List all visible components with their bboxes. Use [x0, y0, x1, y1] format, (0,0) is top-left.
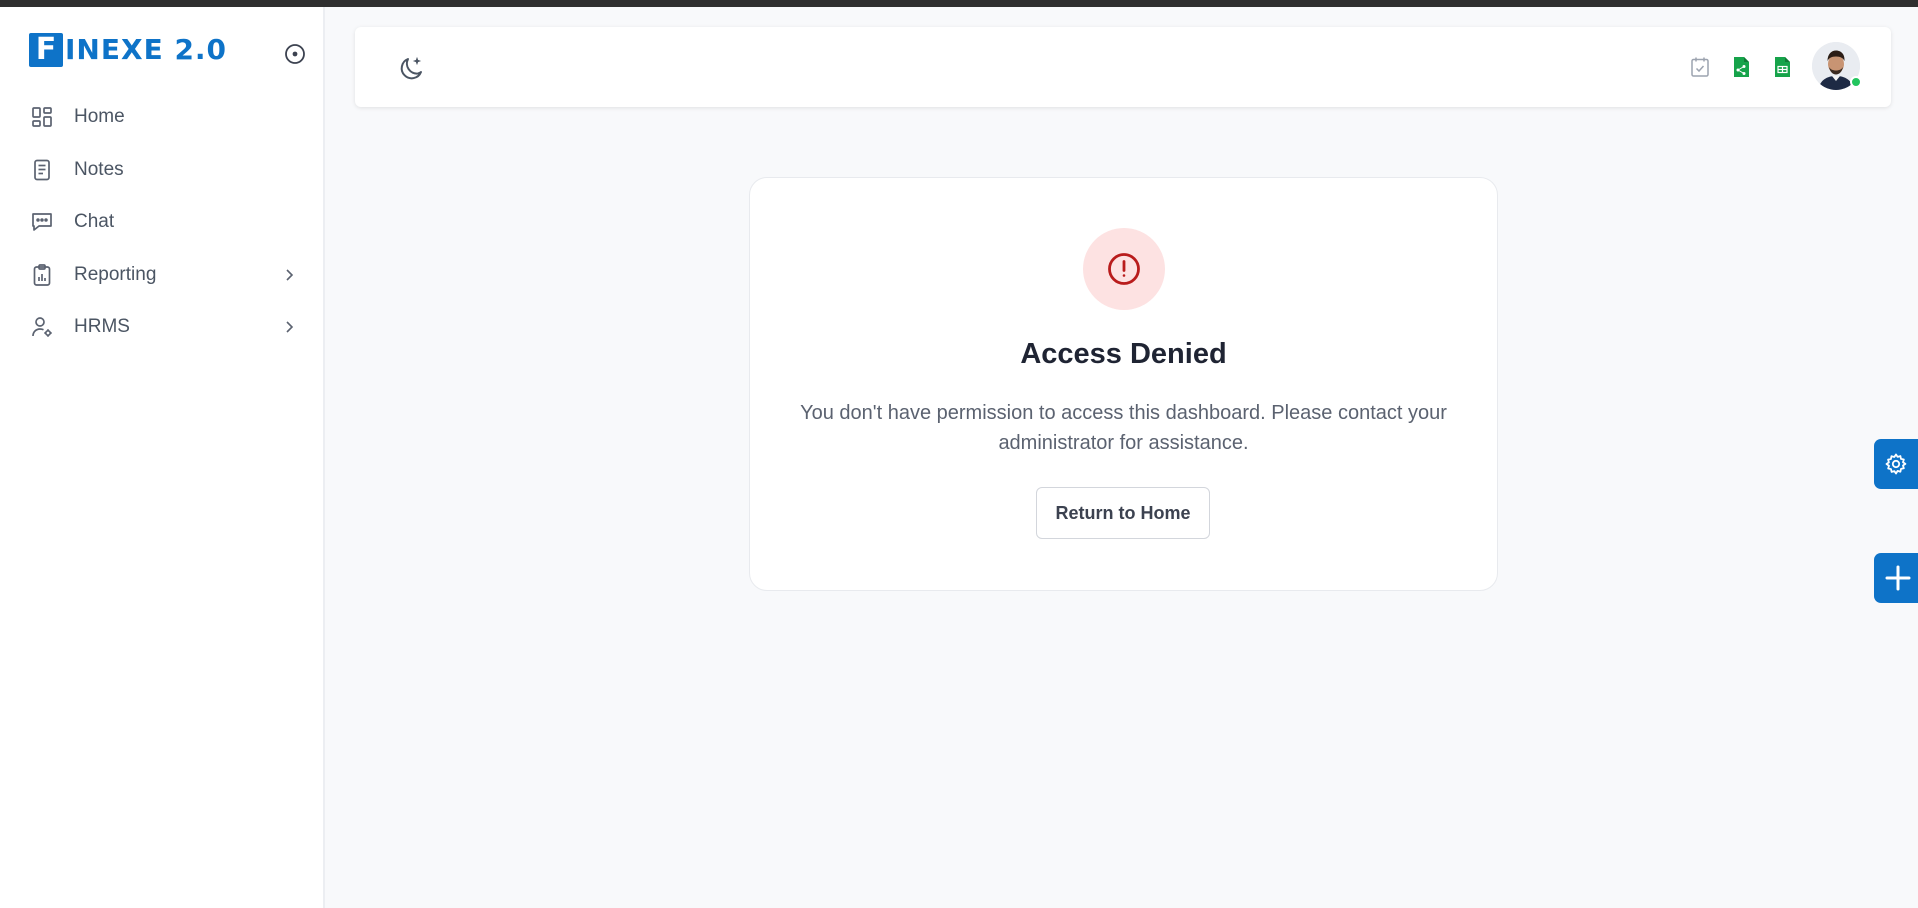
sidebar-item-notes[interactable]: Notes: [28, 144, 298, 197]
dashboard-grid-icon: [28, 103, 56, 131]
add-button[interactable]: [1874, 553, 1918, 603]
sidebar-item-label: Home: [74, 106, 125, 128]
alert-badge: [1083, 228, 1165, 310]
calendar-check-icon: [1691, 57, 1709, 77]
calendar-check-button[interactable]: [1689, 55, 1711, 79]
access-denied-card: Access Denied You don't have permission …: [749, 177, 1498, 591]
chat-bubble-icon: [28, 208, 56, 236]
sidebar-item-label: Notes: [74, 158, 124, 180]
page-title: Access Denied: [1020, 338, 1227, 370]
sidebar-item-label: Chat: [74, 211, 115, 233]
moon-stars-icon: [400, 56, 422, 80]
sidebar: F INEXE 2.0 Home Notes Chat Reporting HR…: [0, 7, 325, 908]
plus-icon: [1885, 565, 1911, 591]
circle-dot-icon: [285, 44, 305, 64]
sidebar-item-reporting[interactable]: Reporting: [28, 249, 298, 302]
gear-icon: [1885, 453, 1907, 475]
sidebar-item-label: Reporting: [74, 263, 157, 285]
return-home-button[interactable]: Return to Home: [1036, 487, 1210, 539]
spreadsheet-icon: [1775, 57, 1790, 77]
sidebar-item-chat[interactable]: Chat: [28, 196, 298, 249]
brand-logo[interactable]: F INEXE 2.0: [29, 31, 227, 69]
top-header: [355, 27, 1891, 107]
brand-logo-text: INEXE 2.0: [65, 33, 228, 66]
settings-panel-button[interactable]: [1874, 439, 1918, 489]
window-top-strip: [0, 0, 1918, 7]
sidebar-nav: Home Notes Chat Reporting HRMS: [28, 91, 298, 354]
theme-toggle-button[interactable]: [395, 52, 427, 84]
spreadsheet-button[interactable]: [1771, 55, 1793, 79]
share-sheet-icon: [1734, 57, 1749, 77]
share-sheet-button[interactable]: [1730, 55, 1752, 79]
online-status-dot: [1850, 76, 1862, 88]
user-avatar[interactable]: [1812, 42, 1862, 90]
access-denied-message: You don't have permission to access this…: [800, 402, 1447, 454]
sidebar-item-label: HRMS: [74, 316, 130, 338]
user-gear-icon: [28, 313, 56, 341]
document-icon: [28, 156, 56, 184]
chevron-right-icon: [280, 318, 298, 336]
sidebar-collapse-button[interactable]: [283, 42, 307, 66]
chevron-right-icon: [280, 266, 298, 284]
sidebar-item-hrms[interactable]: HRMS: [28, 301, 298, 354]
sidebar-item-home[interactable]: Home: [28, 91, 298, 144]
clipboard-chart-icon: [28, 261, 56, 289]
brand-logo-letter: F: [29, 33, 63, 67]
alert-circle-icon: [1108, 253, 1140, 285]
